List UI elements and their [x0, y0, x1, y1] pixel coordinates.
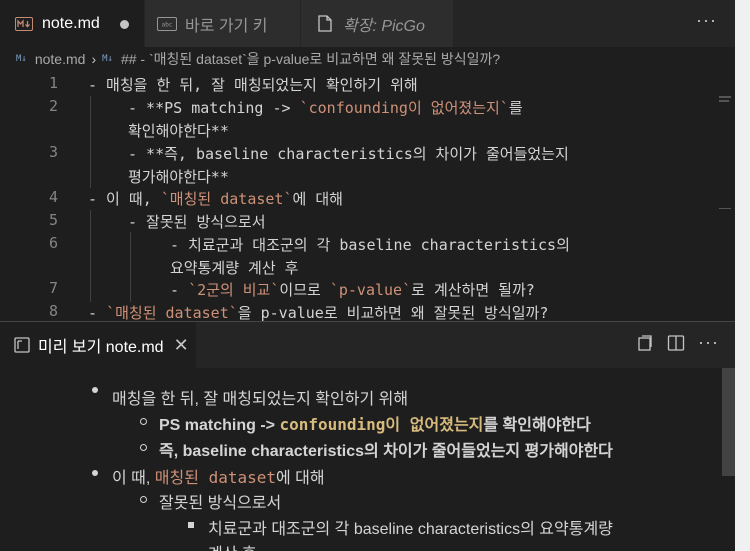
preview-scrollbar-thumb[interactable]	[722, 368, 735, 476]
line-number: 3	[48, 143, 58, 161]
list-item: PS matching -> confounding이 없어졌는지를 확인해야한…	[159, 415, 591, 434]
markdown-icon: M↓	[102, 54, 113, 64]
list-item: 이 때, 매칭된 dataset에 대해	[112, 468, 325, 487]
list-item: 즉, baseline characteristics의 차이가 줄어들었는지 …	[159, 443, 613, 460]
code-line: 요약통계량 계산 후	[170, 259, 299, 277]
tab-preview-note-md[interactable]: 미리 보기 note.md ✕	[0, 322, 196, 368]
breadcrumb: M↓ note.md › M↓ ## - `매칭된 dataset`을 p-va…	[0, 48, 735, 70]
code-line: 확인해야한다**	[128, 122, 229, 140]
code-line: 평가해야한다**	[128, 168, 229, 186]
tab-label: 확장: PicGo	[343, 17, 425, 35]
line-number: 7	[48, 279, 58, 297]
tab-extension-picgo[interactable]: 확장: PicGo	[301, 0, 453, 47]
more-actions-icon[interactable]: ···	[698, 332, 719, 353]
code-line: - `매칭된 dataset`을 p-value로 비교하면 왜 잘못된 방식일…	[88, 304, 549, 322]
svg-text:abc: abc	[162, 21, 173, 28]
tab-label: 바로 가기 키	[185, 17, 268, 35]
background-window-edge	[735, 0, 750, 551]
unsaved-indicator-icon[interactable]	[120, 20, 129, 29]
minimap[interactable]	[715, 48, 735, 320]
code-line: - **PS matching -> `confounding이 없어졌는지`를	[128, 99, 523, 117]
indent-guide	[130, 232, 131, 302]
list-item: 잘못된 방식으로서	[159, 495, 282, 512]
bullet-disc	[92, 387, 98, 393]
breadcrumb-heading[interactable]: ## - `매칭된 dataset`을 p-value로 비교하면 왜 잘못된 …	[121, 49, 500, 69]
tab-label: 미리 보기 note.md	[38, 339, 164, 356]
more-actions-icon[interactable]: ···	[696, 10, 717, 31]
list-item-continuation: 계산 후	[208, 540, 257, 551]
breadcrumb-file[interactable]: note.md	[35, 51, 86, 67]
code-editor[interactable]: 1 2 3 4 5 6 7 8 - 매칭을 한 뒤, 잘 매칭되었는지 확인하기…	[0, 72, 735, 322]
line-number: 8	[48, 302, 58, 320]
editor-tab-bar: note.md abc 바로 가기 키 확장: PicGo ···	[0, 0, 735, 47]
bullet-disc	[92, 470, 98, 476]
list-item: 치료군과 대조군의 각 baseline characteristics의 요약…	[208, 521, 613, 538]
close-icon[interactable]: ✕	[174, 335, 189, 356]
preview-icon	[14, 337, 30, 353]
open-source-icon[interactable]	[636, 334, 654, 357]
code-line: - `2군의 비교`이므로 `p-value`로 계산하면 될까?	[170, 281, 535, 299]
markdown-icon: M↓	[16, 54, 27, 64]
chevron-right-icon: ›	[91, 51, 97, 67]
list-item: 매칭을 한 뒤, 잘 매칭되었는지 확인하기 위해	[112, 391, 409, 408]
bullet-square	[188, 522, 194, 528]
split-editor-icon[interactable]	[667, 334, 685, 357]
code-line: - **즉, baseline characteristics의 차이가 줄어들…	[128, 145, 569, 163]
bullet-circle	[140, 496, 147, 503]
line-number: 6	[48, 234, 58, 252]
line-number: 1	[48, 74, 58, 92]
line-number: 4	[48, 188, 58, 206]
file-icon	[315, 15, 335, 33]
tab-keyboard-shortcuts[interactable]: abc 바로 가기 키	[145, 0, 300, 47]
keyboard-icon: abc	[157, 15, 177, 33]
markdown-preview[interactable]: 매칭을 한 뒤, 잘 매칭되었는지 확인하기 위해 PS matching ->…	[0, 368, 722, 551]
line-number: 2	[48, 97, 58, 115]
code-line: - 치료군과 대조군의 각 baseline characteristics의	[170, 236, 570, 254]
line-number: 5	[48, 211, 58, 229]
indent-guide	[90, 210, 91, 302]
code-line: - 매칭을 한 뒤, 잘 매칭되었는지 확인하기 위해	[88, 76, 418, 94]
bullet-circle	[140, 418, 147, 425]
code-line: - 잘못된 방식으로서	[128, 213, 266, 231]
preview-tab-bar: 미리 보기 note.md ✕ ···	[0, 322, 735, 368]
tab-label: note.md	[42, 14, 100, 32]
markdown-icon	[14, 15, 34, 33]
indent-guide	[90, 96, 91, 188]
bullet-circle	[140, 444, 147, 451]
code-line: - 이 때, `매칭된 dataset`에 대해	[88, 190, 343, 208]
